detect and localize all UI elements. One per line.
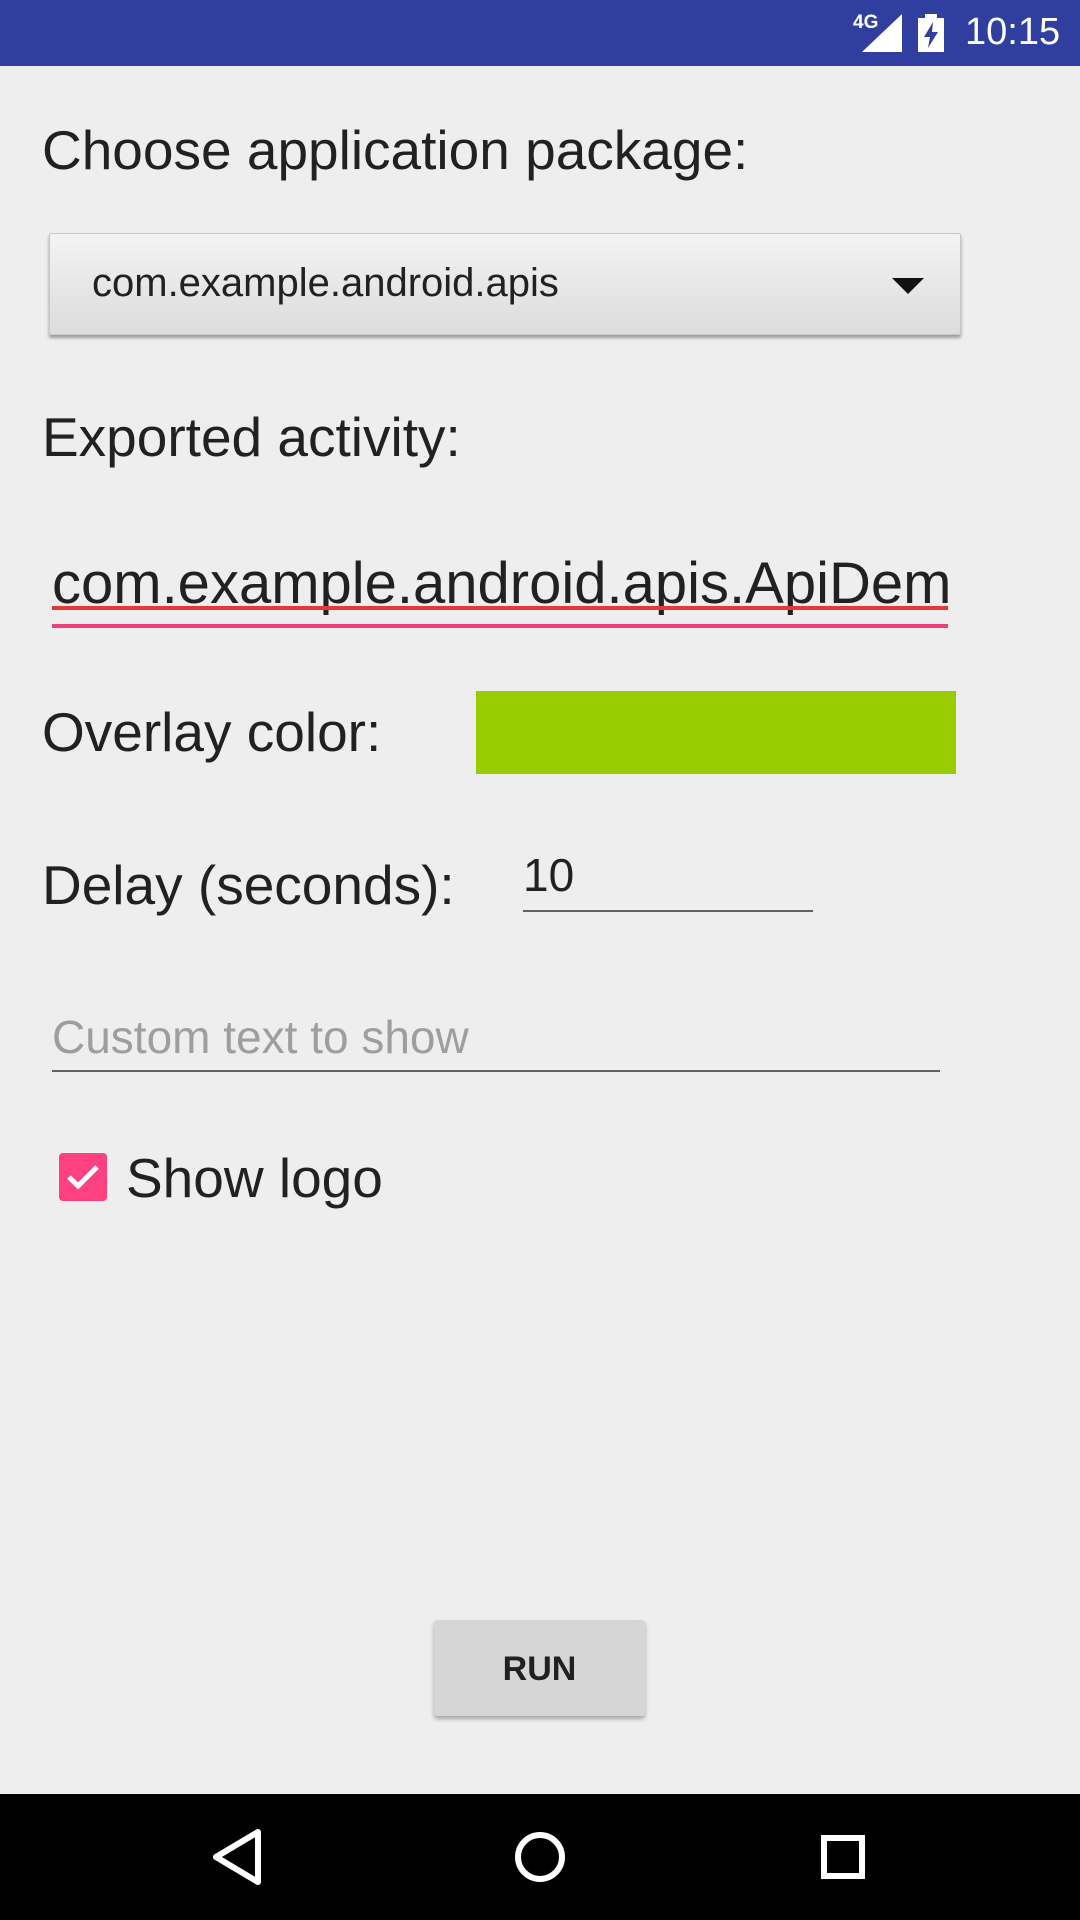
delay-label: Delay (seconds): [42, 854, 455, 916]
back-triangle-icon[interactable] [204, 1824, 270, 1890]
battery-charging-icon [918, 14, 944, 52]
overlay-color-swatch[interactable] [476, 691, 956, 774]
status-clock: 10:15 [965, 11, 1061, 53]
checkmark-icon [67, 1165, 99, 1190]
activity-label: Exported activity: [42, 406, 461, 468]
run-button[interactable]: RUN [434, 1620, 645, 1716]
custom-text-input[interactable]: Custom text to show [52, 1000, 940, 1072]
navigation-bar [0, 1794, 1080, 1920]
activity-input-underline [52, 624, 948, 628]
run-button-label: RUN [502, 1650, 577, 1688]
recents-square-icon[interactable] [810, 1824, 876, 1890]
show-logo-checkbox[interactable] [59, 1153, 107, 1201]
cell-signal-icon [862, 14, 902, 52]
package-label: Choose application package: [42, 119, 749, 181]
activity-input[interactable]: com.example.android.apis.ApiDem [52, 548, 948, 630]
dropdown-arrow-icon [892, 278, 924, 294]
status-bar: 4G 10:15 [0, 0, 1080, 66]
package-spinner[interactable]: com.example.android.apis [49, 233, 961, 335]
show-logo-label[interactable]: Show logo [126, 1146, 383, 1210]
delay-input-underline [523, 910, 813, 912]
home-circle-icon[interactable] [507, 1824, 573, 1890]
package-spinner-value: com.example.android.apis [92, 261, 559, 305]
delay-input[interactable]: 10 [523, 840, 813, 912]
delay-input-value: 10 [523, 849, 575, 901]
spellcheck-underline [52, 606, 948, 610]
overlay-color-label: Overlay color: [42, 701, 382, 763]
custom-text-placeholder: Custom text to show [52, 1011, 469, 1063]
custom-text-underline [52, 1070, 940, 1072]
